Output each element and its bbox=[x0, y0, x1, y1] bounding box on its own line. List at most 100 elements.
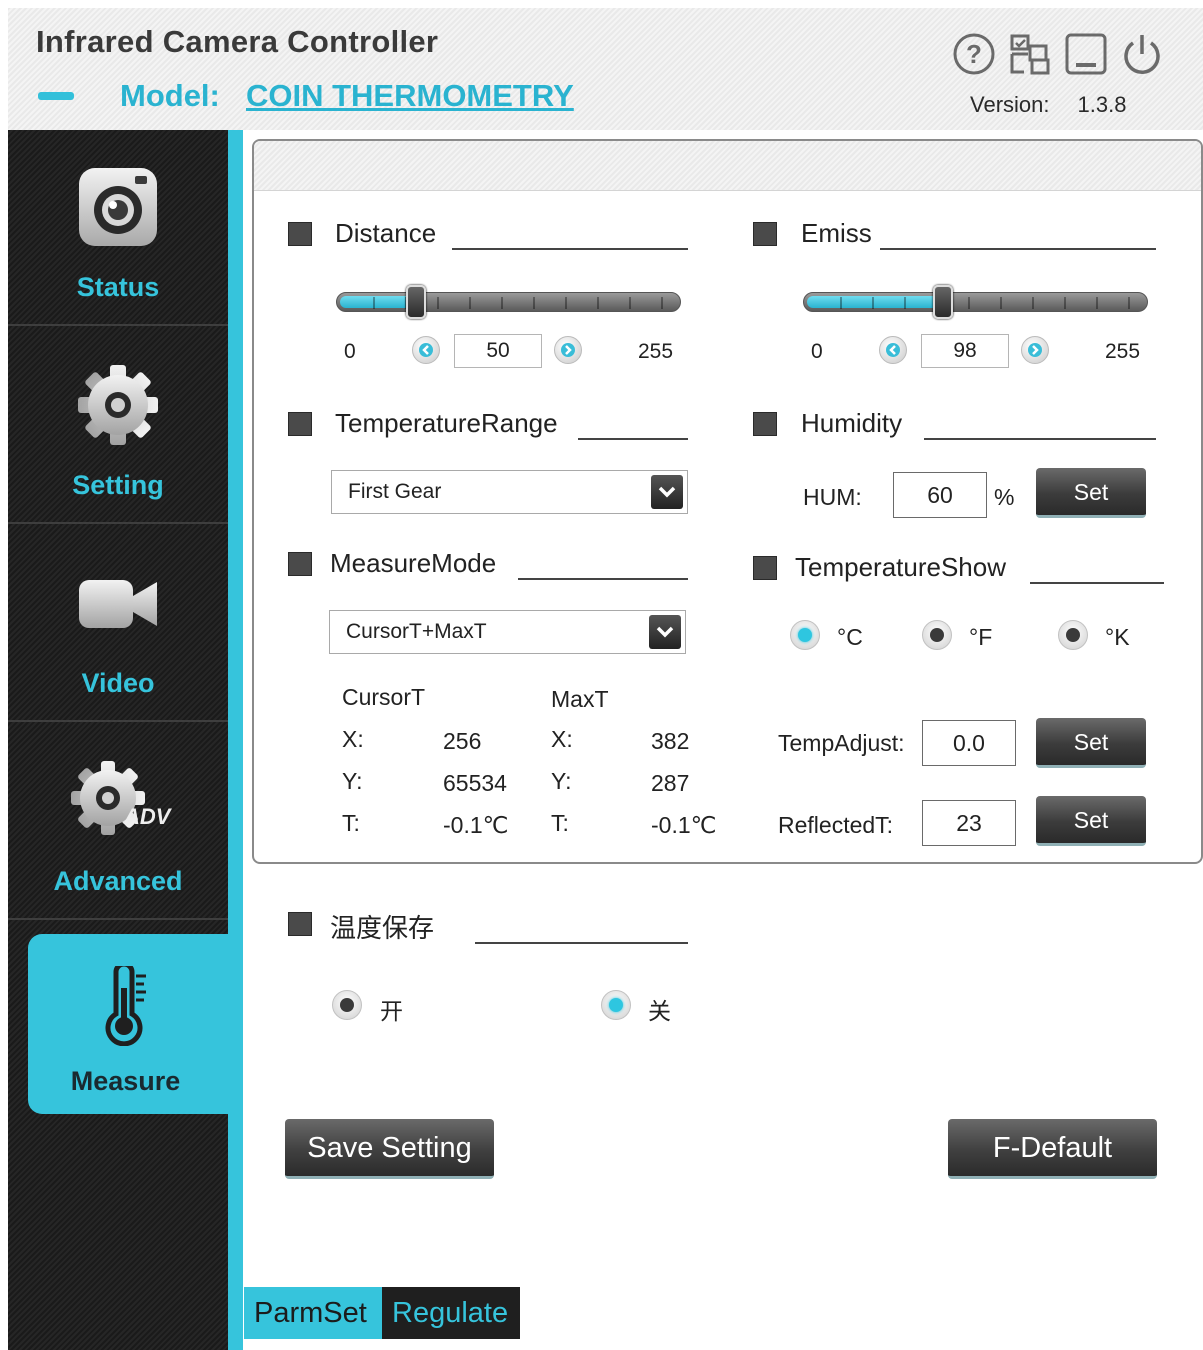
tab-parmset[interactable]: ParmSet bbox=[244, 1287, 382, 1339]
sidebar-accent-strip bbox=[228, 130, 243, 1350]
sidebar-item-label: Video bbox=[81, 668, 155, 698]
radio-label-on: 开 bbox=[380, 999, 403, 1025]
radio-celsius[interactable] bbox=[790, 620, 820, 650]
distance-value[interactable]: 50 bbox=[454, 334, 542, 368]
device-settings-icon[interactable] bbox=[1008, 30, 1052, 78]
sidebar-item-video[interactable]: Video bbox=[8, 526, 228, 722]
temp-save-title: 温度保存 bbox=[330, 914, 435, 944]
sidebar-item-setting[interactable]: Setting bbox=[8, 328, 228, 524]
temp-adjust-input[interactable]: 0.0 bbox=[922, 720, 1016, 766]
slider-thumb[interactable] bbox=[933, 285, 953, 319]
radio-kelvin[interactable] bbox=[1058, 620, 1088, 650]
increment-button[interactable] bbox=[1021, 336, 1049, 364]
divider bbox=[452, 248, 688, 250]
chevron-left-icon bbox=[886, 343, 900, 357]
max-x-value: 382 bbox=[651, 728, 690, 754]
select-value: First Gear bbox=[348, 480, 442, 503]
version-value: 1.3.8 bbox=[1077, 92, 1127, 117]
factory-default-button[interactable]: F-Default bbox=[948, 1119, 1157, 1179]
max-y-label: Y: bbox=[551, 768, 572, 794]
distance-checkbox[interactable] bbox=[288, 222, 312, 246]
emiss-min: 0 bbox=[811, 340, 823, 363]
cursor-x-value: 256 bbox=[443, 728, 482, 754]
adv-badge: ADV bbox=[124, 804, 171, 829]
thermometer-icon bbox=[8, 966, 243, 1046]
distance-max: 255 bbox=[638, 340, 674, 363]
radio-save-on[interactable] bbox=[332, 990, 362, 1020]
cursor-t-label: T: bbox=[342, 810, 360, 836]
reflected-t-label: ReflectedT: bbox=[778, 812, 894, 838]
version-info: Version: 1.3.8 bbox=[970, 92, 1126, 118]
humidity-checkbox[interactable] bbox=[753, 412, 777, 436]
temperature-show-title: TemperatureShow bbox=[795, 552, 1006, 582]
increment-button[interactable] bbox=[554, 336, 582, 364]
emiss-slider[interactable] bbox=[803, 285, 1148, 319]
divider bbox=[1030, 582, 1164, 584]
chevron-left-icon bbox=[419, 343, 433, 357]
radio-label-kelvin: °K bbox=[1105, 624, 1130, 650]
header-bar: Infrared Camera Controller Model: COIN T… bbox=[8, 8, 1203, 130]
reflected-t-set-button[interactable]: Set bbox=[1036, 796, 1146, 846]
slider-ticks bbox=[810, 297, 1141, 309]
svg-text:?: ? bbox=[966, 39, 982, 69]
chevron-down-icon[interactable] bbox=[651, 475, 683, 509]
slider-thumb[interactable] bbox=[406, 285, 426, 319]
decrement-button[interactable] bbox=[412, 336, 440, 364]
decrement-button[interactable] bbox=[879, 336, 907, 364]
slider-ticks bbox=[343, 297, 674, 309]
model-value-link[interactable]: COIN THERMOMETRY bbox=[246, 78, 574, 114]
help-icon[interactable]: ? bbox=[952, 30, 996, 78]
divider bbox=[578, 438, 688, 440]
model-indicator bbox=[38, 92, 74, 100]
reflected-t-input[interactable]: 23 bbox=[922, 800, 1016, 846]
emiss-max: 255 bbox=[1105, 340, 1141, 363]
temperature-range-title: TemperatureRange bbox=[335, 408, 558, 438]
cursor-t-value: -0.1℃ bbox=[443, 812, 509, 838]
humidity-title: Humidity bbox=[801, 408, 903, 438]
window-controls: ? bbox=[952, 30, 1164, 78]
minimize-icon[interactable] bbox=[1064, 30, 1108, 78]
cursor-y-label: Y: bbox=[342, 768, 363, 794]
radio-save-off[interactable] bbox=[601, 990, 631, 1020]
emiss-checkbox[interactable] bbox=[753, 222, 777, 246]
temp-save-checkbox[interactable] bbox=[288, 912, 312, 936]
sidebar-item-status[interactable]: Status bbox=[8, 130, 228, 326]
sidebar-item-label: Status bbox=[76, 272, 160, 302]
emiss-value[interactable]: 98 bbox=[921, 334, 1009, 368]
measure-mode-title: MeasureMode bbox=[330, 548, 497, 578]
chevron-down-icon[interactable] bbox=[649, 615, 681, 649]
panel-header bbox=[254, 141, 1201, 191]
chevron-right-icon bbox=[561, 343, 575, 357]
measure-mode-select[interactable]: CursorT+MaxT bbox=[329, 610, 686, 654]
chevron-right-icon bbox=[1028, 343, 1042, 357]
max-t-label: T: bbox=[551, 810, 569, 836]
model-label: Model: bbox=[120, 78, 220, 113]
sidebar-item-measure[interactable]: Measure bbox=[28, 934, 243, 1114]
tab-regulate[interactable]: Regulate bbox=[382, 1287, 520, 1339]
camera-icon bbox=[8, 164, 228, 250]
temperature-show-checkbox[interactable] bbox=[753, 556, 777, 580]
cursor-y-value: 65534 bbox=[443, 770, 507, 796]
save-setting-button[interactable]: Save Setting bbox=[285, 1119, 494, 1179]
temperature-range-select[interactable]: First Gear bbox=[331, 470, 688, 514]
humidity-input[interactable]: 60 bbox=[893, 472, 987, 518]
radio-fahrenheit[interactable] bbox=[922, 620, 952, 650]
divider bbox=[475, 942, 688, 944]
humidity-set-button[interactable]: Set bbox=[1036, 468, 1146, 518]
advanced-gear-icon bbox=[8, 758, 228, 844]
temp-adjust-set-button[interactable]: Set bbox=[1036, 718, 1146, 768]
power-icon[interactable] bbox=[1120, 30, 1164, 78]
divider bbox=[880, 248, 1156, 250]
measure-mode-checkbox[interactable] bbox=[288, 552, 312, 576]
sidebar-item-label: Advanced bbox=[53, 866, 183, 896]
radio-label-celsius: °C bbox=[837, 624, 863, 650]
video-camera-icon bbox=[8, 560, 228, 646]
distance-title: Distance bbox=[335, 218, 437, 248]
distance-slider[interactable] bbox=[336, 285, 681, 319]
cursor-x-label: X: bbox=[342, 726, 364, 752]
select-value: CursorT+MaxT bbox=[346, 620, 487, 643]
temperature-range-checkbox[interactable] bbox=[288, 412, 312, 436]
sidebar-item-advanced[interactable]: ADV Advanced bbox=[8, 724, 228, 920]
temp-adjust-label: TempAdjust: bbox=[778, 730, 905, 756]
max-x-label: X: bbox=[551, 726, 573, 752]
